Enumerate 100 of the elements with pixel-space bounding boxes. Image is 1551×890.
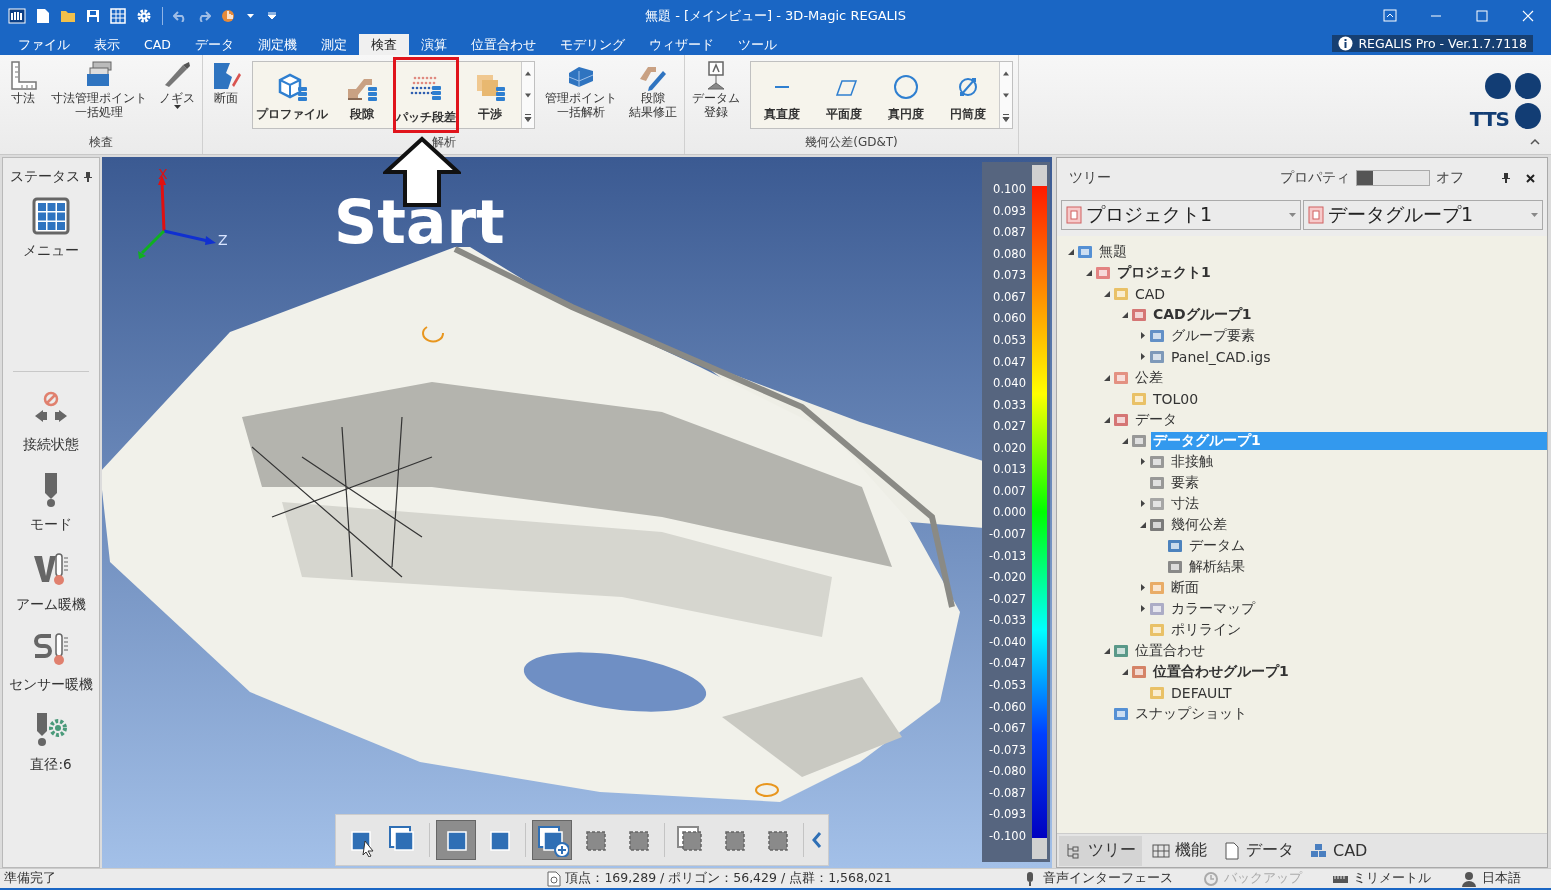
tree-item[interactable]: 位置合わせ [1133,641,1207,660]
tree-item[interactable]: 幾何公差 [1169,515,1229,534]
status-button[interactable]: センサー暖機 [9,630,93,710]
save-icon[interactable] [86,9,100,23]
collapse-arrow-icon[interactable] [1140,521,1146,528]
menu-tab[interactable]: ツール [725,34,789,55]
status-button[interactable]: アーム暖機 [16,550,86,630]
tree-item[interactable]: 解析結果 [1187,557,1247,576]
tree-item[interactable]: Panel_CAD.igs [1169,348,1273,365]
tree-item[interactable]: CADグループ1 [1151,305,1254,324]
caret-icon [1531,213,1538,217]
status-item[interactable]: ミリメートル [1332,870,1431,887]
app-icon[interactable] [8,8,26,24]
menu-tab[interactable]: データ [182,34,246,55]
view-tool-button[interactable] [532,820,572,860]
panel-tab[interactable]: ツリー [1059,835,1142,866]
menu-tab[interactable]: モデリング [547,34,637,55]
menu-tab[interactable]: ウィザード [636,34,726,55]
caret-icon[interactable] [247,14,254,18]
gallery-button[interactable]: 段隙 [331,62,393,126]
new-file-icon[interactable] [36,8,50,24]
tree-item[interactable]: 断面 [1169,578,1201,597]
tree-item[interactable]: 要素 [1169,473,1201,492]
tree-item[interactable]: DEFAULT [1169,684,1234,701]
menu-tab[interactable]: 位置合わせ [458,34,548,55]
tree-item[interactable]: 無題 [1097,242,1129,261]
tree-item[interactable]: グループ要素 [1169,326,1257,345]
collapse-icon[interactable] [810,830,824,850]
dropdown[interactable]: データグループ1 [1303,200,1543,230]
menu-tab[interactable]: 表示 [82,34,132,55]
menu-tab[interactable]: 測定機 [245,34,309,55]
group-label: 幾何公差(GD&T) [804,135,899,151]
ribbon-button[interactable]: 管理ポイント 一括解析 [540,59,622,133]
collapse-arrow-icon[interactable] [1068,248,1074,255]
tree-item[interactable]: 非接触 [1169,452,1215,471]
status-button[interactable]: 接続状態 [23,390,79,470]
gallery-button[interactable]: 平面度 [813,62,875,126]
tree-item[interactable]: データ [1133,410,1179,429]
expand-arrow-icon[interactable] [1141,458,1145,465]
status-button[interactable]: モード [30,470,72,550]
redo-icon[interactable] [197,10,211,22]
tree-item[interactable]: ポリライン [1169,620,1243,639]
gallery-button[interactable]: プロファイル [253,62,331,126]
status-button[interactable]: 直径:6 [30,710,72,790]
menu-tab[interactable]: 演算 [408,34,459,55]
panel-tab[interactable]: データ [1217,835,1300,866]
menu-tab[interactable]: 検査 [358,34,409,55]
tree-item[interactable]: CAD [1133,285,1168,302]
view-tool-button[interactable] [436,820,476,860]
menu-tab[interactable]: 測定 [308,34,359,55]
collapse-arrow-icon[interactable] [1122,311,1128,318]
close-icon[interactable] [1526,173,1535,183]
table-icon[interactable] [110,8,126,24]
tree-item[interactable]: 位置合わせグループ1 [1151,662,1291,681]
collapse-arrow-icon[interactable] [1122,668,1128,675]
property-toggle[interactable] [1356,170,1430,186]
tree-item[interactable]: 公差 [1133,368,1165,387]
legend-label: 0.100 [993,183,1026,196]
tree-item[interactable]: TOL00 [1151,390,1201,407]
ribbon-button[interactable]: 寸法 [2,59,44,133]
menu-tab[interactable]: ファイル [6,34,82,55]
collapse-arrow-icon[interactable] [1104,416,1110,423]
collapse-icon[interactable] [1529,137,1541,145]
gallery-button[interactable]: 真円度 [875,62,937,126]
collapse-arrow-icon[interactable] [1104,647,1110,654]
ribbon-button[interactable]: ノギス [154,59,200,133]
panel-tab[interactable]: 機能 [1146,835,1213,866]
expand-arrow-icon[interactable] [1141,332,1145,339]
tree-item[interactable]: データム [1187,536,1247,555]
gallery-button[interactable]: 干渉 [459,62,521,126]
settings-icon[interactable] [136,8,152,24]
expand-arrow-icon[interactable] [1141,353,1145,360]
ribbon-button[interactable]: データム 登録 [687,59,745,133]
status-item[interactable]: 音声インターフェース [1022,870,1173,887]
gallery-button[interactable]: 真直度 [751,62,813,126]
ribbon-button[interactable]: 段隙 結果修正 [624,59,682,133]
expand-arrow-icon[interactable] [1141,605,1145,612]
status-item[interactable]: 日本語 [1461,870,1521,887]
tree-item[interactable]: カラーマップ [1169,599,1257,618]
pin-icon[interactable] [1502,173,1510,183]
collapse-arrow-icon[interactable] [1104,290,1110,297]
ribbon-button[interactable]: 断面 [205,59,247,133]
panel-tab[interactable]: CAD [1304,835,1374,866]
expand-arrow-icon[interactable] [1141,584,1145,591]
folder-icon[interactable] [60,9,76,23]
collapse-arrow-icon[interactable] [1086,269,1092,276]
pin-icon[interactable] [84,172,92,182]
expand-arrow-icon[interactable] [1141,500,1145,507]
collapse-arrow-icon[interactable] [1104,374,1110,381]
tree-item[interactable]: プロジェクト1 [1115,263,1213,282]
tree-item[interactable]: 寸法 [1169,494,1201,513]
dropdown[interactable]: プロジェクト1 [1061,200,1301,230]
collapse-arrow-icon[interactable] [1122,437,1128,444]
tree-item[interactable]: スナップショット [1133,704,1249,723]
ribbon-button[interactable]: 寸法管理ポイント 一括処理 [46,59,152,133]
gallery-button[interactable]: パッチ段差 [393,57,459,133]
undo-icon[interactable] [173,10,187,22]
menu-tab[interactable]: CAD [132,34,183,55]
gallery-button[interactable]: 円筒度 [937,62,999,126]
status-button[interactable]: メニュー [23,196,79,276]
